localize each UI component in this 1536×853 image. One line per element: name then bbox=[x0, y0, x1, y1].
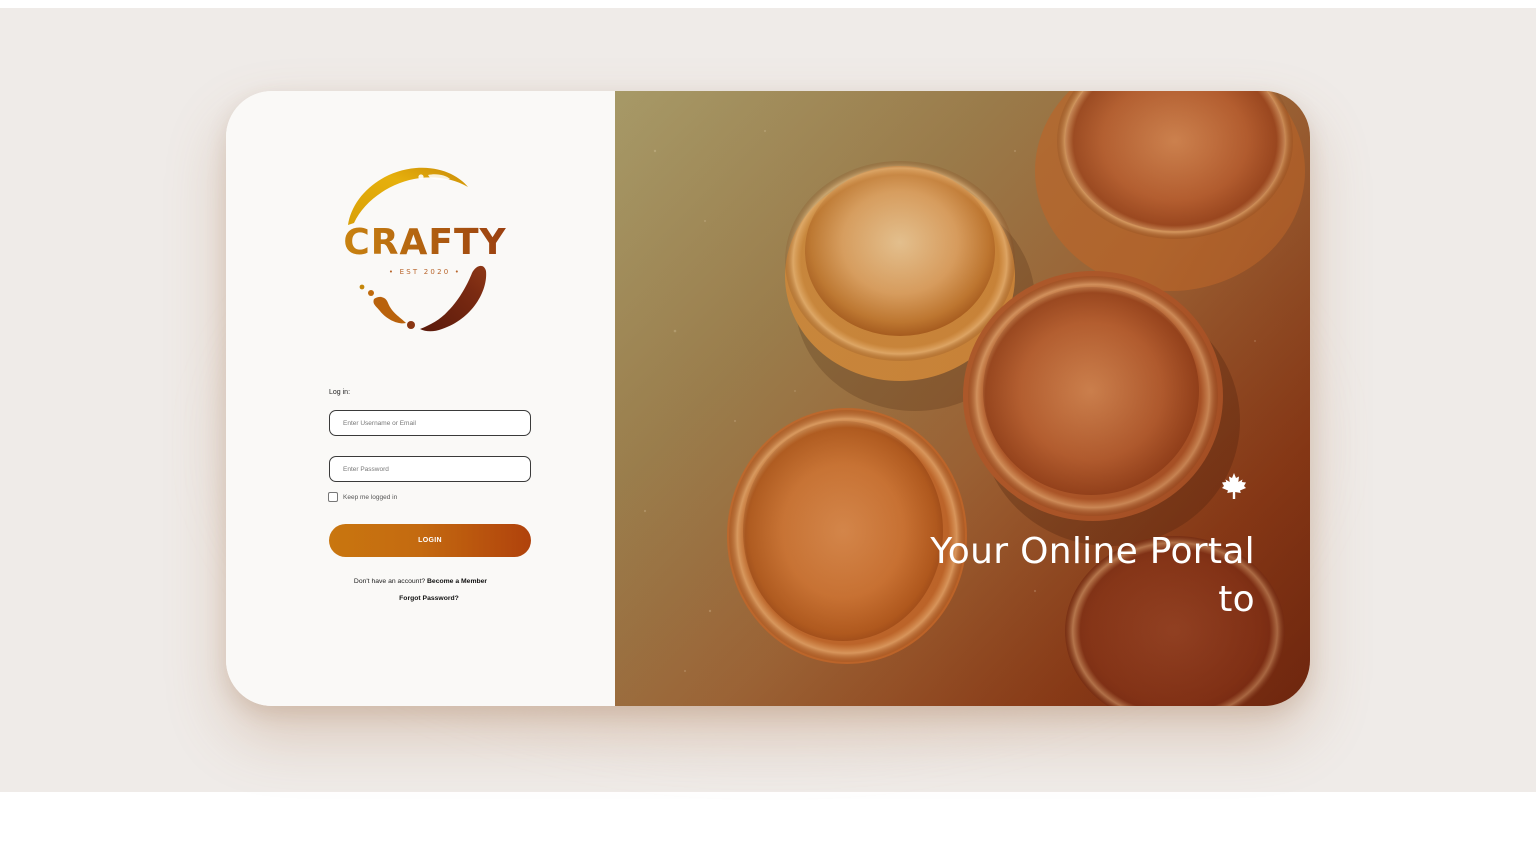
username-field-wrapper bbox=[329, 410, 531, 436]
hero-panel: Your Online Portal to bbox=[615, 91, 1310, 706]
crafty-logo: CRAFTY • EST 2020 • bbox=[338, 159, 512, 345]
logo-established-text: • EST 2020 • bbox=[389, 268, 461, 276]
password-input[interactable] bbox=[330, 457, 529, 481]
login-card: CRAFTY • EST 2020 • Log in: Keep me logg… bbox=[226, 91, 1310, 706]
login-panel: CRAFTY • EST 2020 • Log in: Keep me logg… bbox=[226, 91, 615, 706]
signup-prompt-text: Don't have an account? bbox=[353, 578, 426, 585]
keep-logged-in-checkbox[interactable] bbox=[328, 492, 338, 502]
keep-logged-in-label[interactable]: Keep me logged in bbox=[343, 494, 397, 501]
hero-tagline: Your Online Portal to bbox=[930, 528, 1255, 624]
crafty-logo-graphic: CRAFTY • EST 2020 • bbox=[343, 167, 506, 332]
become-member-link[interactable]: Become a Member bbox=[427, 578, 487, 585]
signup-prompt-line: Don't have an account? Become a Member bbox=[226, 578, 615, 585]
hero-tagline-line2: to bbox=[1218, 579, 1255, 620]
password-field-wrapper bbox=[329, 456, 531, 482]
keep-logged-in-row: Keep me logged in bbox=[328, 492, 397, 502]
hero-tagline-line1: Your Online Portal bbox=[930, 531, 1255, 572]
username-input[interactable] bbox=[330, 411, 529, 435]
maple-leaf-icon bbox=[1222, 473, 1246, 499]
login-button[interactable]: LOGIN bbox=[329, 524, 531, 557]
forgot-password-link[interactable]: Forgot Password? bbox=[226, 595, 632, 602]
login-heading: Log in: bbox=[329, 389, 351, 396]
logo-wordmark: CRAFTY bbox=[343, 222, 506, 263]
